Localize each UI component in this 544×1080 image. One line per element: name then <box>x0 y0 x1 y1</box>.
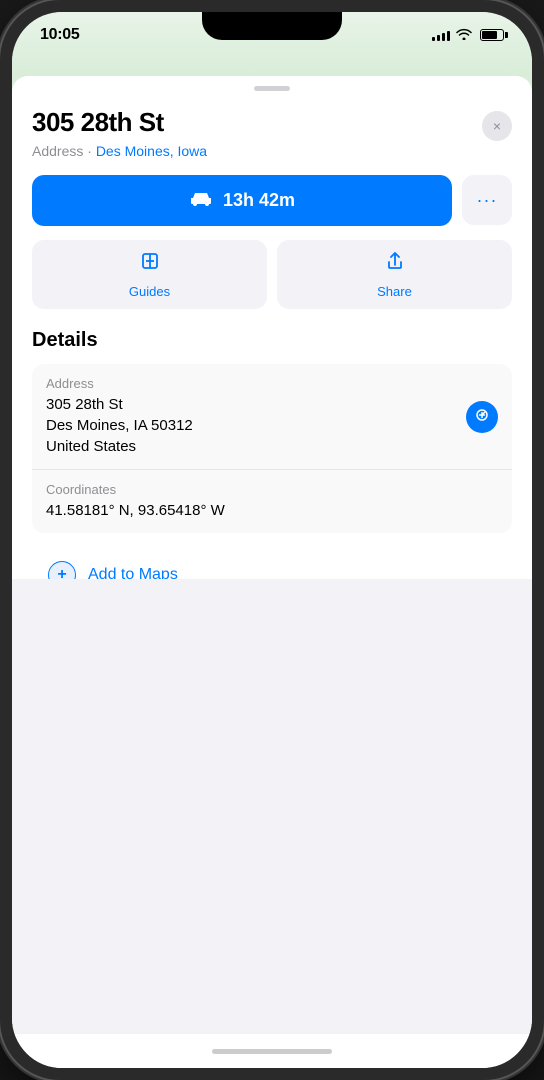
sheet-content: 305 28th St × Address · Des Moines, Iowa <box>12 91 532 579</box>
action-row: Guides Share <box>32 240 512 309</box>
drive-button[interactable]: 13h 42m <box>32 175 452 226</box>
status-icons <box>432 28 504 43</box>
drive-time-label: 13h 42m <box>223 190 295 211</box>
coordinates-value: 41.58181° N, 93.65418° W <box>46 500 498 521</box>
status-time: 10:05 <box>40 26 79 44</box>
guides-icon <box>139 250 161 278</box>
address-value: 305 28th St Des Moines, IA 50312 United … <box>46 394 498 457</box>
wifi-icon <box>456 28 472 43</box>
share-label: Share <box>377 284 412 299</box>
title-row: 305 28th St × <box>32 107 512 141</box>
subtitle: Address · Des Moines, Iowa <box>32 143 512 159</box>
share-icon <box>384 250 406 278</box>
more-options-button[interactable]: ··· <box>462 175 512 225</box>
address-line1: 305 28th St <box>46 394 498 415</box>
car-icon <box>189 189 213 212</box>
directions-arrow-icon <box>474 407 490 426</box>
share-button[interactable]: Share <box>277 240 512 309</box>
add-to-maps-label: Add to Maps <box>88 566 178 579</box>
details-title: Details <box>32 329 512 352</box>
signal-bar-4 <box>447 31 450 41</box>
more-dots-icon: ··· <box>477 190 498 211</box>
phone-screen: 10:05 <box>12 12 532 1068</box>
address-line2: Des Moines, IA 50312 <box>46 415 498 436</box>
add-to-maps-item[interactable]: + Add to Maps <box>32 547 512 579</box>
home-bar <box>212 1049 332 1054</box>
add-to-maps-section: + Add to Maps <box>32 547 512 579</box>
subtitle-city-link[interactable]: Des Moines, Iowa <box>96 143 207 159</box>
address-label: Address <box>46 376 498 391</box>
close-button[interactable]: × <box>482 111 512 141</box>
phone-frame: 10:05 <box>0 0 544 1080</box>
battery-icon <box>480 29 504 41</box>
details-card: Address 305 28th St Des Moines, IA 50312… <box>32 364 512 533</box>
coordinates-label: Coordinates <box>46 482 498 497</box>
coordinates-detail-row: Coordinates 41.58181° N, 93.65418° W <box>32 469 512 533</box>
signal-bar-2 <box>437 35 440 41</box>
home-indicator <box>12 1034 532 1068</box>
address-detail-row: Address 305 28th St Des Moines, IA 50312… <box>32 364 512 469</box>
bottom-sheet: 305 28th St × Address · Des Moines, Iowa <box>12 76 532 1068</box>
subtitle-prefix: Address · <box>32 143 96 159</box>
signal-bar-3 <box>442 33 445 41</box>
guides-label: Guides <box>129 284 170 299</box>
directions-button[interactable] <box>466 401 498 433</box>
signal-bars-icon <box>432 29 450 41</box>
drive-row: 13h 42m ··· <box>32 175 512 226</box>
close-icon: × <box>493 118 501 134</box>
add-to-maps-icon: + <box>48 561 76 579</box>
empty-space <box>12 579 532 1035</box>
address-line3: United States <box>46 436 498 457</box>
notch <box>202 12 342 40</box>
location-title: 305 28th St <box>32 107 164 138</box>
guides-button[interactable]: Guides <box>32 240 267 309</box>
signal-bar-1 <box>432 37 435 41</box>
